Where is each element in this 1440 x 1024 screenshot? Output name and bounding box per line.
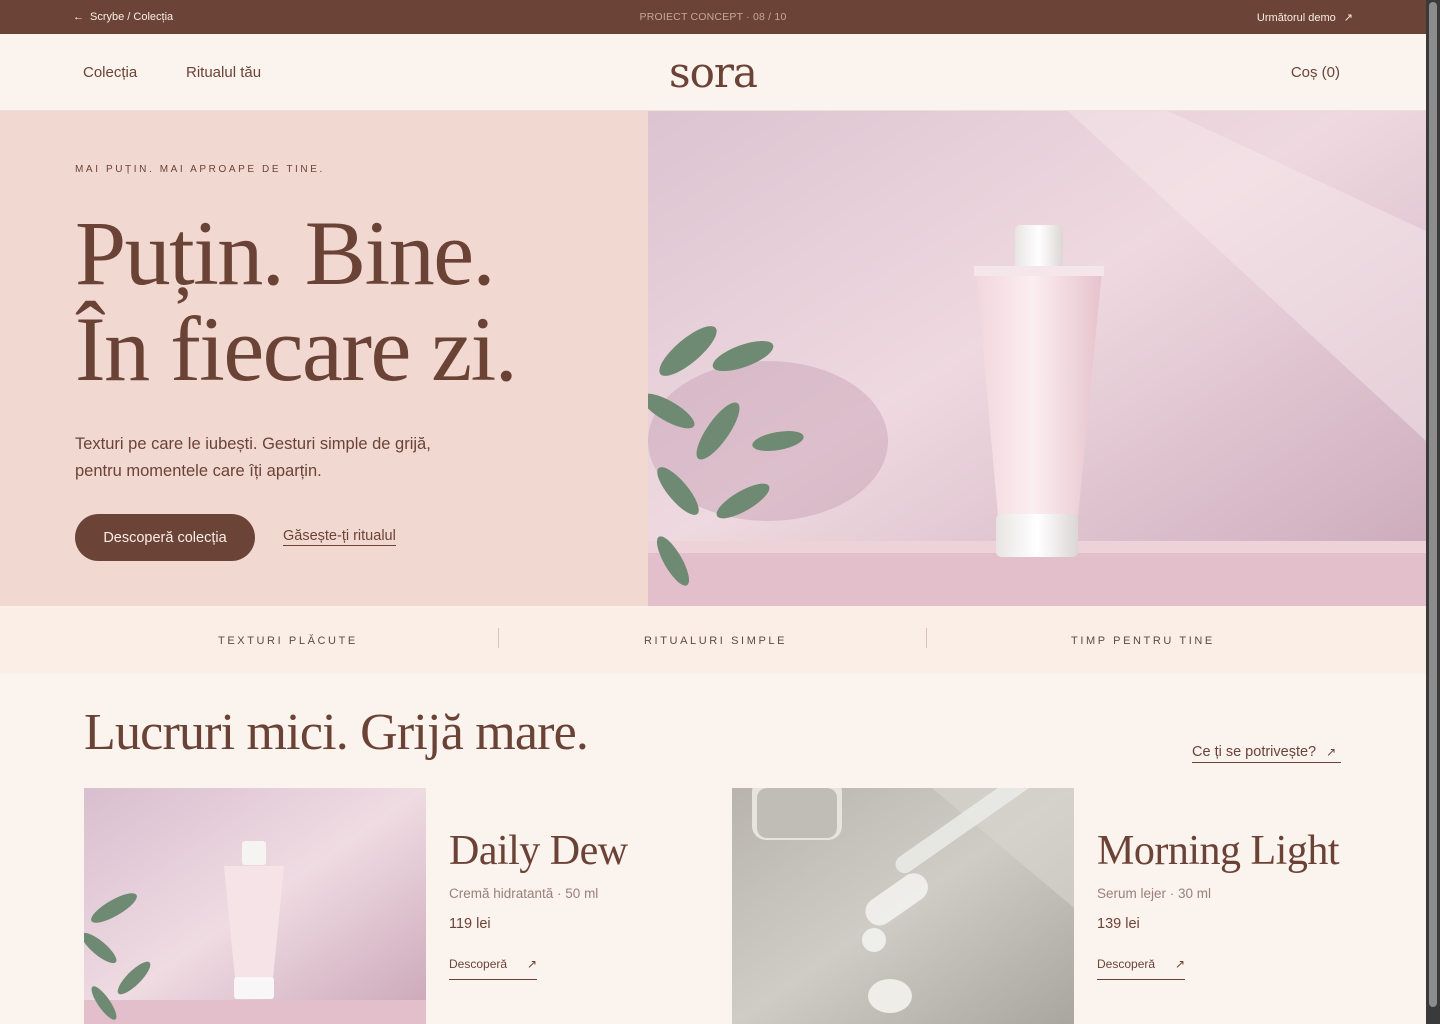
arrow-up-right-icon: ↗ bbox=[1174, 957, 1185, 971]
product-price: 119 lei bbox=[449, 916, 491, 932]
product-discover-link[interactable]: Descoperă ↗ bbox=[449, 957, 537, 980]
hero-subtitle-line2: pentru momentele care îți aparțin. bbox=[75, 462, 322, 480]
hero-eyebrow: MAI PUȚIN. MAI APROAPE DE TINE. bbox=[75, 164, 325, 175]
product-desc: Cremă hidratantă · 50 ml bbox=[449, 886, 599, 901]
value-item: RITUALURI SIMPLE bbox=[644, 635, 788, 647]
product-desc: Serum lejer · 30 ml bbox=[1097, 886, 1212, 901]
hero-subtitle-line1: Texturi pe care le iubești. Gesturi simp… bbox=[75, 435, 431, 453]
product-discover-label: Descoperă bbox=[449, 957, 508, 971]
arrow-up-right-icon: ↗ bbox=[1326, 745, 1337, 759]
section-title: Lucruri mici. Grijă mare. bbox=[84, 704, 589, 761]
product-name[interactable]: Morning Light bbox=[1097, 827, 1340, 875]
product-discover-label: Descoperă bbox=[1097, 957, 1156, 971]
arrow-up-right-icon: ↗ bbox=[1343, 12, 1353, 24]
scrollbar-thumb[interactable] bbox=[1429, 2, 1437, 1007]
product-image-morning-light[interactable] bbox=[732, 788, 1074, 1024]
discover-collection-button[interactable]: Descoperă colecția bbox=[75, 514, 255, 561]
match-quiz-link[interactable]: Ce ți se potrivește? ↗ bbox=[1192, 744, 1341, 763]
match-quiz-label: Ce ți se potrivește? bbox=[1192, 744, 1317, 760]
product-price: 139 lei bbox=[1097, 916, 1140, 932]
value-item: TEXTURI PLĂCUTE bbox=[218, 635, 358, 647]
values-strip: TEXTURI PLĂCUTE RITUALURI SIMPLE TIMP PE… bbox=[0, 606, 1426, 674]
demo-next-label: Următorul demo bbox=[1256, 11, 1336, 24]
hero-headline-line2: În fiecare zi. bbox=[75, 298, 518, 400]
arrow-up-right-icon: ↗ bbox=[526, 957, 537, 971]
product-name[interactable]: Daily Dew bbox=[449, 827, 628, 875]
value-item: TIMP PENTRU TINE bbox=[1071, 635, 1215, 647]
divider bbox=[498, 628, 499, 648]
product-image-daily-dew[interactable] bbox=[84, 788, 426, 1024]
site-header: Colecția Ritualul tău sora Coș (0) bbox=[0, 34, 1426, 111]
cart-link[interactable]: Coș (0) bbox=[1291, 64, 1340, 81]
page: ← Scrybe / Colecția PROIECT CONCEPT · 08… bbox=[0, 0, 1426, 1024]
demo-bar: ← Scrybe / Colecția PROIECT CONCEPT · 08… bbox=[0, 0, 1426, 34]
demo-next-link[interactable]: Următorul demo ↗ bbox=[1256, 11, 1353, 25]
hero-product-image bbox=[648, 111, 1426, 606]
hero-headline-line1: Puțin. Bine. bbox=[75, 202, 496, 304]
divider bbox=[926, 628, 927, 648]
find-ritual-link[interactable]: Găsește-ți ritualul bbox=[283, 528, 396, 546]
logo[interactable]: sora bbox=[0, 48, 1426, 97]
demo-project-label: PROIECT CONCEPT · 08 / 10 bbox=[639, 11, 787, 23]
hero-subtitle: Texturi pe care le iubești. Gesturi simp… bbox=[75, 431, 455, 485]
product-discover-link[interactable]: Descoperă ↗ bbox=[1097, 957, 1185, 980]
hero-headline: Puțin. Bine. În fiecare zi. bbox=[75, 202, 518, 400]
